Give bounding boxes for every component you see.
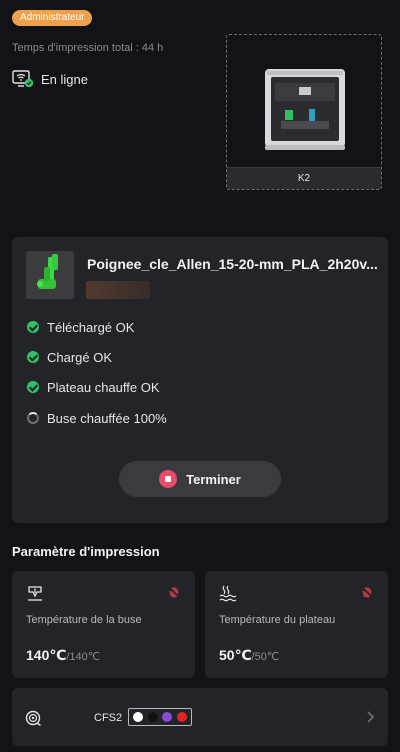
- stop-icon: [159, 470, 178, 488]
- status-label: En ligne: [41, 71, 88, 87]
- printer-model-label: K2: [227, 167, 381, 189]
- nozzle-temp-value: 140℃/140℃: [26, 647, 100, 664]
- spool-colors: [128, 708, 192, 726]
- nozzle-temp-current: 140℃: [26, 647, 67, 663]
- finish-button-label: Terminer: [186, 471, 241, 487]
- printer-selector[interactable]: K2: [226, 34, 382, 190]
- chevron-right-icon[interactable]: [366, 710, 376, 724]
- nozzle-temperature-card[interactable]: Température de la buse 140℃/140℃: [12, 571, 195, 678]
- spool-color-4: [176, 712, 187, 722]
- bed-temp-current: 50℃: [219, 647, 252, 663]
- step-label: Buse chauffée 100%: [47, 410, 167, 426]
- step-loaded: Chargé OK: [27, 348, 112, 366]
- wifi-online-icon: [12, 70, 34, 88]
- hand-disabled-icon: [360, 585, 374, 599]
- model-thumbnail: [26, 251, 74, 299]
- step-bed-heated: Plateau chauffe OK: [27, 378, 160, 396]
- check-icon: [27, 351, 39, 363]
- nozzle-temp-target: /140℃: [66, 651, 101, 663]
- cfs-filament-row[interactable]: CFS2: [12, 688, 388, 746]
- step-label: Plateau chauffe OK: [47, 379, 160, 395]
- nozzle-temp-label: Température de la buse: [26, 614, 142, 626]
- print-job-card: Poignee_cle_Allen_15-20-mm_PLA_2h20v... …: [12, 237, 388, 523]
- printer-image: [263, 65, 347, 158]
- job-subtitle-blurred: [86, 281, 150, 299]
- step-label: Chargé OK: [47, 349, 113, 365]
- check-icon: [27, 321, 39, 333]
- spool-color-1: [133, 712, 144, 722]
- loading-spinner-icon: [27, 412, 39, 424]
- heated-bed-icon: [219, 585, 237, 603]
- nozzle-icon: [26, 585, 44, 603]
- online-status: En ligne: [12, 70, 88, 88]
- bed-temp-target: /50℃: [251, 651, 280, 663]
- step-nozzle-heated: Buse chauffée 100%: [27, 409, 167, 427]
- step-label: Téléchargé OK: [47, 319, 135, 335]
- total-print-time: Temps d'impression total : 44 h: [12, 42, 164, 54]
- step-downloaded: Téléchargé OK: [27, 318, 134, 336]
- bed-temperature-card[interactable]: Température du plateau 50℃/50℃: [205, 571, 388, 678]
- cfs-label: CFS2: [94, 712, 123, 724]
- job-title: Poignee_cle_Allen_15-20-mm_PLA_2h20v...: [87, 256, 378, 272]
- spool-color-3: [162, 712, 173, 722]
- hand-disabled-icon: [167, 585, 181, 599]
- print-params-title: Paramètre d'impression: [12, 544, 160, 559]
- finish-button[interactable]: Terminer: [119, 461, 281, 497]
- filament-spool-icon: [25, 710, 41, 727]
- spool-color-2: [147, 712, 158, 722]
- role-badge: Administrateur: [12, 10, 93, 26]
- bed-temp-label: Température du plateau: [219, 614, 336, 626]
- bed-temp-value: 50℃/50℃: [219, 647, 279, 664]
- check-icon: [27, 381, 39, 393]
